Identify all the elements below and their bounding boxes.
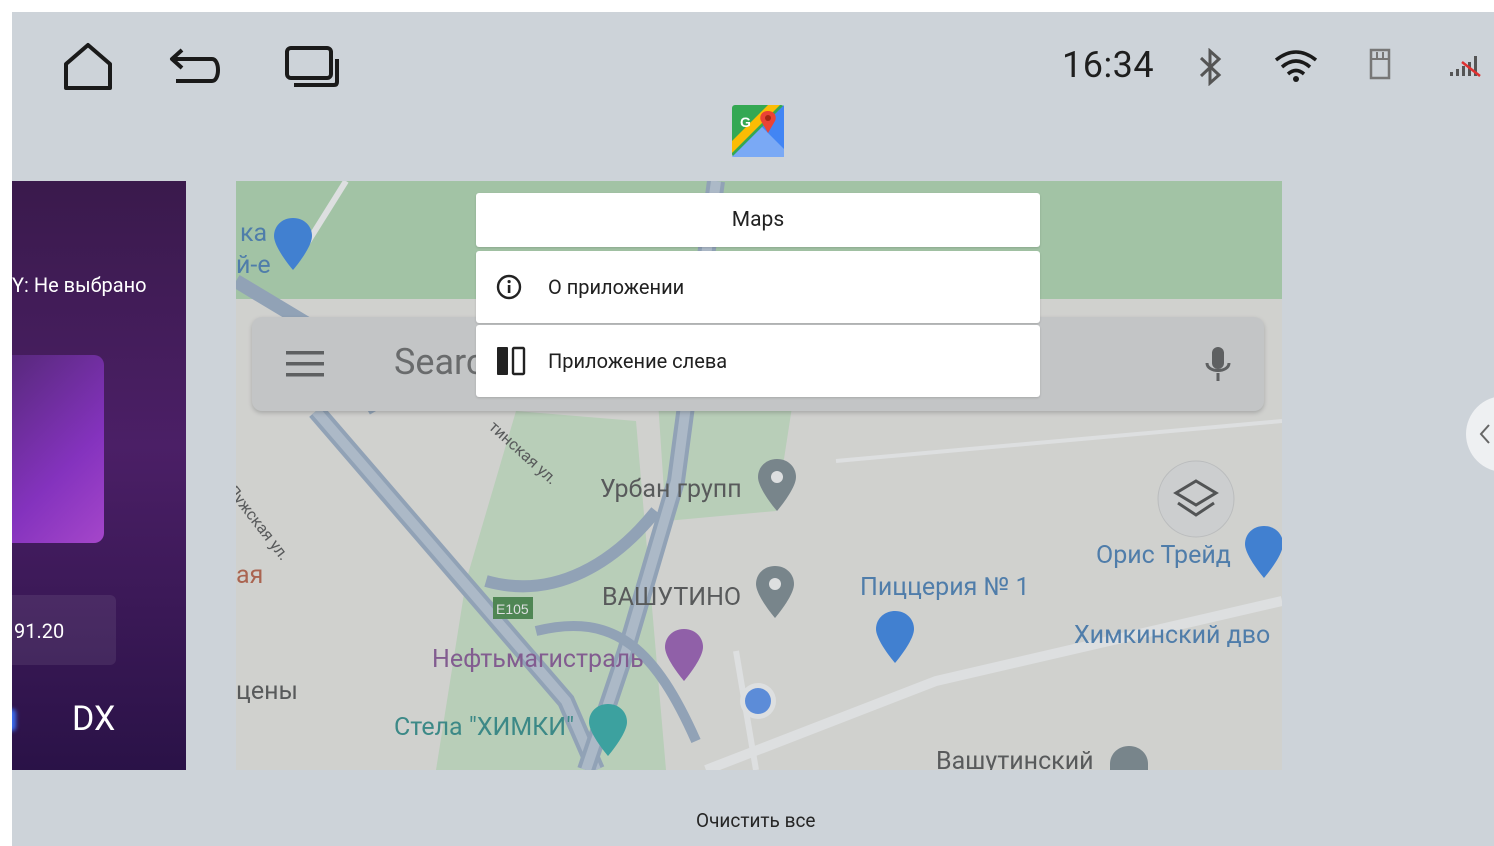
- menu-item-app-info[interactable]: О приложении: [476, 251, 1040, 323]
- map-label: Нефтьмагистраль: [432, 645, 644, 674]
- side-panel-handle[interactable]: [1466, 396, 1494, 472]
- radio-indicator: [12, 709, 16, 731]
- map-label: й-е: [236, 251, 271, 280]
- split-screen-icon: [496, 346, 544, 376]
- sd-card-icon: [1368, 48, 1392, 80]
- map-label: Химкинский дво: [1074, 621, 1271, 650]
- map-label: ВАШУТИНО: [602, 583, 742, 612]
- frequency-value: 91.20: [14, 619, 65, 643]
- source-label: Y: Не выбрано: [12, 273, 147, 297]
- clock: 16:34: [1062, 44, 1155, 86]
- menu-item-label: Приложение слева: [548, 349, 728, 373]
- info-icon: [496, 274, 544, 300]
- map-label: Вашутинский: [936, 747, 1094, 770]
- map-label: Пиццерия № 1: [860, 573, 1030, 602]
- recents-icon: [285, 46, 339, 87]
- chevron-left-icon: [1479, 424, 1490, 444]
- recents-button[interactable]: [282, 40, 342, 94]
- menu-icon[interactable]: [286, 349, 326, 379]
- map-label: Урбан групп: [600, 475, 742, 504]
- microphone-icon[interactable]: [1202, 345, 1234, 387]
- map-label: Орис Трейд: [1096, 541, 1231, 570]
- radio-app-card[interactable]: Y: Не выбрано 91.20 DX: [12, 181, 186, 770]
- map-label: цены: [236, 677, 298, 706]
- wifi-icon: [1274, 48, 1318, 84]
- home-button[interactable]: [58, 40, 118, 94]
- menu-item-label: О приложении: [548, 275, 685, 299]
- back-icon: [170, 48, 220, 83]
- map-label: ая: [236, 561, 264, 590]
- clear-all-button[interactable]: Очистить все: [696, 809, 815, 832]
- album-art: [12, 355, 104, 543]
- svg-text:G: G: [740, 114, 751, 130]
- map-label: ка: [240, 219, 268, 248]
- google-maps-icon[interactable]: G: [732, 105, 784, 157]
- band-label: DX: [72, 699, 116, 739]
- back-button[interactable]: [166, 40, 226, 94]
- bluetooth-icon: [1198, 48, 1224, 86]
- map-label: Стела "ХИМКИ": [394, 713, 575, 742]
- cellular-signal-icon: [1448, 54, 1484, 78]
- menu-title: Maps: [476, 193, 1040, 247]
- svg-text:E105: E105: [496, 601, 529, 617]
- home-icon: [64, 43, 112, 90]
- recents-screen: 16:34 G Y: Не выбрано 91.20 DX E105 ка й…: [12, 12, 1494, 846]
- menu-item-split-left[interactable]: Приложение слева: [476, 325, 1040, 397]
